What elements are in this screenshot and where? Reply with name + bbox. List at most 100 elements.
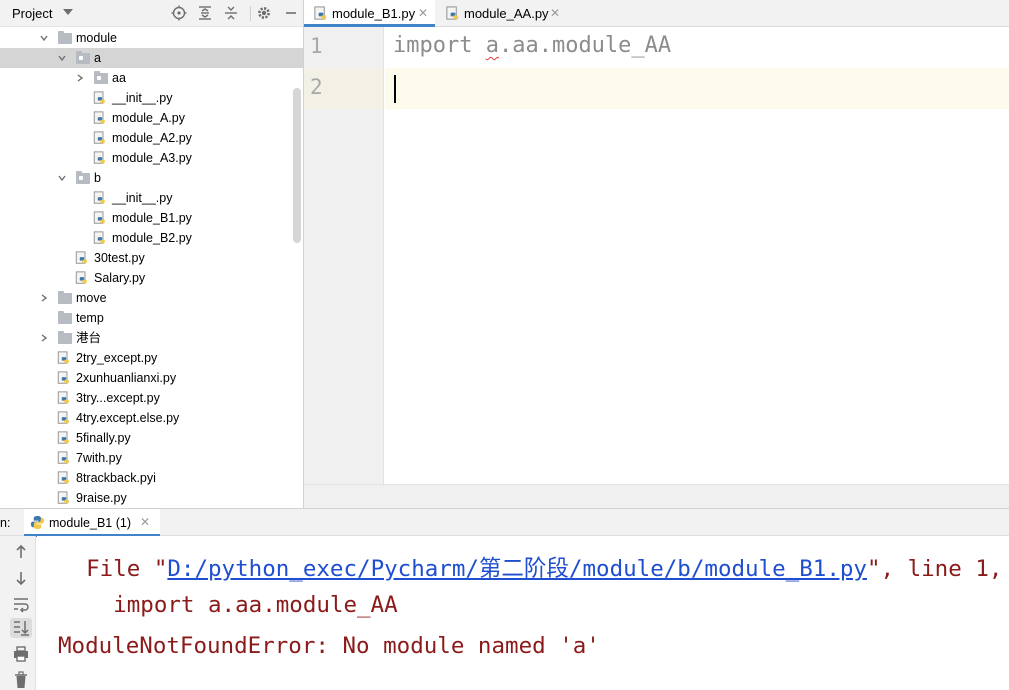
tree-item[interactable]: 5finally.py: [0, 428, 303, 448]
python-file-icon: [93, 91, 105, 104]
tree-item-label: aa: [112, 71, 126, 85]
chevron-right-icon[interactable]: [76, 74, 84, 82]
line-number-gutter: 1 2: [304, 27, 384, 484]
line-number: 2: [310, 75, 323, 99]
tree-item[interactable]: Salary.py: [0, 268, 303, 288]
console-text: ", line 1, in <module>: [866, 556, 1003, 582]
tree-item[interactable]: 3try...except.py: [0, 388, 303, 408]
run-tab-module-b1[interactable]: module_B1 (1) ✕: [24, 509, 160, 537]
locate-icon[interactable]: [171, 5, 187, 21]
close-icon[interactable]: ✕: [140, 515, 150, 529]
project-view-selector[interactable]: Project: [12, 6, 52, 21]
tab-module-aa[interactable]: module_AA.py ✕: [436, 0, 564, 27]
chevron-down-icon[interactable]: [58, 54, 66, 62]
scroll-to-end-icon[interactable]: [10, 618, 32, 638]
soft-wrap-icon[interactable]: [10, 594, 32, 614]
expand-all-icon[interactable]: [197, 5, 213, 21]
trash-icon[interactable]: [10, 670, 32, 690]
tree-item[interactable]: b: [0, 168, 303, 188]
tree-item[interactable]: __init__.py: [0, 188, 303, 208]
minimize-icon[interactable]: [283, 5, 299, 21]
python-file-icon: [57, 451, 69, 464]
python-file-icon: [93, 131, 105, 144]
tree-item[interactable]: module: [0, 28, 303, 48]
tree-item-label: 3try...except.py: [76, 391, 160, 405]
line-number: 1: [310, 34, 323, 58]
console-file-link[interactable]: D:/python_exec/Pycharm/第二阶段/module/b/mod…: [167, 556, 867, 582]
chevron-down-icon[interactable]: [63, 9, 73, 15]
code-line-1[interactable]: import a.aa.module_AA: [393, 33, 671, 58]
tree-item[interactable]: move: [0, 288, 303, 308]
tree-item-label: 8trackback.pyi: [76, 471, 156, 485]
tree-item-label: module_A.py: [112, 111, 185, 125]
tab-label: module_AA.py: [464, 6, 549, 21]
tree-item[interactable]: 7with.py: [0, 448, 303, 468]
tree-item[interactable]: 2xunhuanlianxi.py: [0, 368, 303, 388]
editor-breadcrumb-strip: [304, 484, 1009, 508]
tree-item[interactable]: 8trackback.pyi: [0, 468, 303, 488]
tree-item-label: 港台: [76, 331, 102, 345]
tab-module-b1[interactable]: module_B1.py ✕: [304, 0, 435, 27]
tree-item[interactable]: module_B1.py: [0, 208, 303, 228]
tree-item-label: 2xunhuanlianxi.py: [76, 371, 177, 385]
collapse-all-icon[interactable]: [223, 5, 239, 21]
close-icon[interactable]: ✕: [550, 0, 560, 27]
python-file-icon: [57, 351, 69, 364]
close-icon[interactable]: ✕: [418, 0, 428, 27]
python-file-icon: [75, 271, 87, 284]
python-file-icon: [93, 111, 105, 124]
python-file-icon: [93, 151, 105, 164]
python-file-icon: [57, 411, 69, 424]
arrow-down-icon[interactable]: [10, 568, 32, 588]
tree-scrollbar[interactable]: [293, 88, 301, 243]
tree-item[interactable]: 4try.except.else.py: [0, 408, 303, 428]
folder-icon: [58, 311, 72, 324]
tree-item[interactable]: __init__.py: [0, 88, 303, 108]
tree-item-label: __init__.py: [112, 91, 173, 105]
python-file-icon: [446, 6, 459, 20]
chevron-right-icon[interactable]: [40, 294, 48, 302]
editor-tab-bar: module_B1.py ✕ module_AA.py ✕: [304, 0, 1009, 27]
chevron-down-icon[interactable]: [58, 174, 66, 182]
package-marker: [79, 56, 83, 60]
tree-item[interactable]: module_A2.py: [0, 128, 303, 148]
chevron-down-icon[interactable]: [40, 34, 48, 42]
code-text: .aa.module_AA: [498, 33, 672, 58]
chevron-right-icon[interactable]: [40, 334, 48, 342]
tree-item[interactable]: 港台: [0, 328, 303, 348]
tree-item[interactable]: 2try_except.py: [0, 348, 303, 368]
package-folder-icon: [76, 51, 90, 64]
tab-label: module_B1.py: [332, 6, 416, 21]
console-text: File ": [59, 556, 168, 582]
gear-icon[interactable]: [256, 5, 272, 21]
tree-item[interactable]: module_B2.py: [0, 228, 303, 248]
run-tab-label: module_B1 (1): [49, 516, 131, 530]
project-tool-window: Project module a aa __init__.py module_A…: [0, 0, 304, 508]
run-console[interactable]: File "D:/python_exec/Pycharm/第二阶段/module…: [37, 536, 1009, 690]
tree-item[interactable]: 9raise.py: [0, 488, 303, 508]
run-toolbar: [0, 536, 36, 690]
tree-item[interactable]: temp: [0, 308, 303, 328]
python-file-icon: [57, 431, 69, 444]
console-traceback-file-line: File "D:/python_exec/Pycharm/第二阶段/module…: [59, 551, 1009, 583]
code-editor[interactable]: import a.aa.module_AA: [385, 27, 1009, 484]
print-icon[interactable]: [10, 644, 32, 664]
tree-item[interactable]: 30test.py: [0, 248, 303, 268]
tree-item-label: 4try.except.else.py: [76, 411, 180, 425]
tree-item[interactable]: aa: [0, 68, 303, 88]
folder-icon: [58, 291, 72, 304]
tree-item[interactable]: a: [0, 48, 303, 68]
tree-item[interactable]: module_A.py: [0, 108, 303, 128]
tree-item[interactable]: module_A3.py: [0, 148, 303, 168]
tree-item-label: module_A2.py: [112, 131, 192, 145]
tree-item-label: 30test.py: [94, 251, 145, 265]
python-file-icon: [314, 6, 327, 20]
run-label: n:: [0, 516, 11, 530]
python-file-icon: [93, 211, 105, 224]
tree-item-label: 7with.py: [76, 451, 122, 465]
text-caret: [394, 75, 396, 103]
python-file-icon: [57, 491, 69, 504]
arrow-up-icon[interactable]: [10, 542, 32, 562]
tree-item-label: module_A3.py: [112, 151, 192, 165]
tree-item-label: __init__.py: [112, 191, 173, 205]
